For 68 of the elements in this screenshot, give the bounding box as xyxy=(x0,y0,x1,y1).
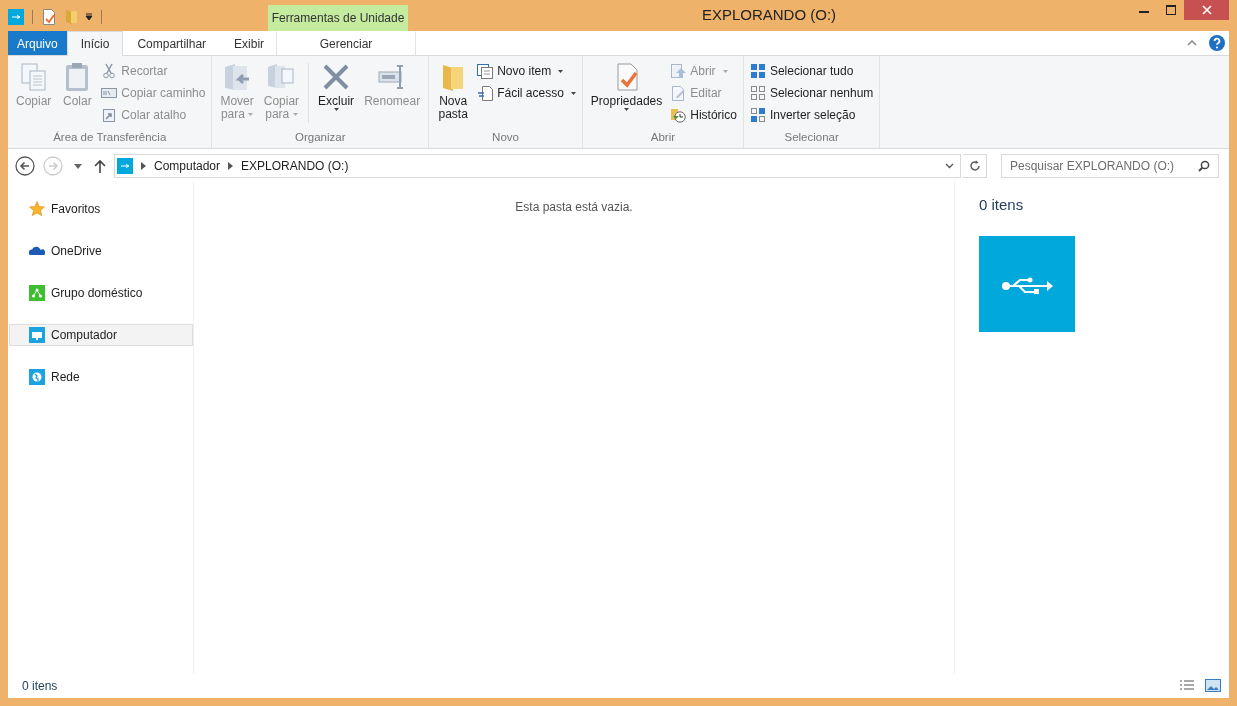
ribbon-button[interactable]: Histórico xyxy=(668,104,739,126)
caret-icon xyxy=(74,163,82,169)
usb-drive-icon xyxy=(117,158,133,174)
homegroup-icon xyxy=(29,285,45,301)
history-icon xyxy=(670,107,687,123)
ribbon-button[interactable]: Fácil acesso xyxy=(475,82,578,104)
ribbon-button[interactable]: Inverter seleção xyxy=(747,104,876,126)
navigation-item[interactable]: Computador xyxy=(9,324,193,346)
navigation-item[interactable]: Rede xyxy=(9,366,193,388)
empty-folder-message: Esta pasta está vazia. xyxy=(515,200,633,216)
dropdown-icon[interactable] xyxy=(945,163,954,169)
large-icons-view-button[interactable] xyxy=(1203,677,1223,695)
ribbon-button[interactable]: Selecionar nenhum xyxy=(747,82,876,104)
list-icon xyxy=(1179,679,1195,693)
edit-icon xyxy=(670,85,687,101)
item-count: 0 itens xyxy=(979,196,1025,213)
ribbon-tab[interactable]: Exibir xyxy=(220,31,279,55)
group-label: Selecionar xyxy=(783,130,840,145)
chevron-icon xyxy=(141,162,146,170)
address-field[interactable]: Computador EXPLORANDO (O:) xyxy=(114,154,961,178)
up-arrow-icon xyxy=(94,159,106,173)
group-label: Novo xyxy=(491,130,520,145)
usb-drive-icon xyxy=(979,236,1075,332)
invert-select-icon xyxy=(749,107,766,123)
search-field[interactable]: Pesquisar EXPLORANDO (O:) xyxy=(1001,154,1219,178)
new-item-icon xyxy=(477,63,494,79)
open-icon xyxy=(670,63,687,79)
collapse-ribbon-icon[interactable] xyxy=(1187,40,1197,46)
refresh-icon xyxy=(968,160,981,172)
shortcut-icon xyxy=(101,107,118,123)
file-tab[interactable]: Arquivo xyxy=(8,31,67,55)
navigation-item[interactable]: Favoritos xyxy=(9,198,193,220)
usb-drive-icon xyxy=(8,8,24,25)
ribbon-button[interactable]: Propriedades xyxy=(586,59,667,113)
globe-icon xyxy=(29,369,45,385)
computer-icon xyxy=(29,327,45,343)
search-icon xyxy=(1198,160,1210,172)
back-button[interactable] xyxy=(12,154,38,178)
chevron-icon xyxy=(228,162,234,170)
ribbon-button[interactable]: Novo item xyxy=(475,60,578,82)
status-item-count: 0 itens xyxy=(22,679,58,693)
navigation-item[interactable]: OneDrive xyxy=(9,240,193,262)
group-label: Organizar xyxy=(294,130,347,145)
star-icon xyxy=(29,201,45,217)
group-label: Abrir xyxy=(649,130,677,145)
breadcrumb[interactable]: EXPLORANDO (O:) xyxy=(241,159,349,173)
scissors-icon xyxy=(101,63,118,79)
customize-dropdown-icon[interactable] xyxy=(85,12,93,21)
ribbon-tab[interactable]: Gerenciar xyxy=(276,31,416,55)
breadcrumb[interactable]: Computador xyxy=(154,159,221,173)
select-none-icon xyxy=(749,85,766,101)
window-title: EXPLORANDO (O:) xyxy=(700,5,838,25)
help-icon[interactable] xyxy=(1209,35,1225,51)
refresh-button[interactable] xyxy=(963,154,987,178)
ribbon-button[interactable]: Nova pasta xyxy=(433,59,474,123)
ribbon-button[interactable]: Selecionar tudo xyxy=(747,60,876,82)
group-label: Área de Transferência xyxy=(52,130,168,145)
ribbon-button[interactable]: Excluir xyxy=(314,59,359,113)
ribbon-tab[interactable]: Compartilhar xyxy=(123,31,221,55)
context-tab-header: Ferramentas de Unidade xyxy=(268,5,408,31)
path-icon xyxy=(101,85,118,101)
maximize-icon xyxy=(1165,5,1176,15)
close-icon xyxy=(1201,5,1212,15)
image-icon xyxy=(1205,679,1221,693)
properties-icon[interactable] xyxy=(41,8,57,25)
ribbon-tab[interactable]: Início xyxy=(66,31,124,56)
navigation-item[interactable]: Grupo doméstico xyxy=(9,282,193,304)
select-all-icon xyxy=(749,63,766,79)
